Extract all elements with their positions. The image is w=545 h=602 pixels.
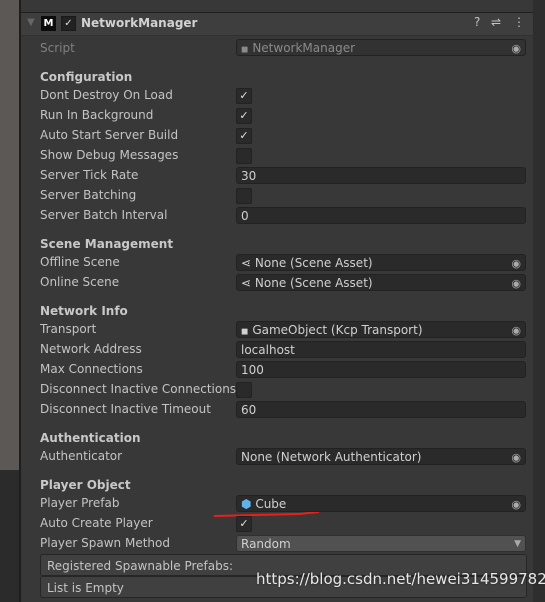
auto-create-checkbox[interactable]: ✓ bbox=[236, 516, 252, 532]
address-label: Network Address bbox=[40, 342, 142, 356]
scrollbar[interactable] bbox=[533, 0, 545, 602]
red-annotation-underline bbox=[214, 512, 320, 517]
transport-label: Transport bbox=[40, 322, 97, 336]
foldout-arrow-icon[interactable]: ▼ bbox=[27, 17, 35, 28]
auto-start-checkbox[interactable]: ✓ bbox=[236, 128, 252, 144]
more-icon[interactable]: ⋮ bbox=[513, 15, 525, 29]
object-picker-icon[interactable]: ◉ bbox=[511, 322, 521, 337]
offline-scene-field[interactable]: ⋖ None (Scene Asset) ◉ bbox=[236, 254, 526, 271]
batching-label: Server Batching bbox=[40, 188, 137, 202]
dont-destroy-checkbox[interactable]: ✓ bbox=[236, 88, 252, 104]
batch-interval-label: Server Batch Interval bbox=[40, 208, 168, 222]
run-bg-label: Run In Background bbox=[40, 108, 154, 122]
section-scene: Scene Management bbox=[40, 237, 174, 251]
show-debug-checkbox[interactable] bbox=[236, 148, 252, 164]
tick-rate-input[interactable]: 30 bbox=[236, 167, 526, 184]
previous-component-bottom bbox=[21, 0, 533, 13]
disconnect-timeout-input[interactable]: 60 bbox=[236, 401, 526, 418]
authenticator-value: None (Network Authenticator) bbox=[241, 450, 422, 464]
address-input[interactable]: localhost bbox=[236, 341, 526, 358]
object-picker-icon[interactable]: ◉ bbox=[511, 255, 521, 270]
mirror-logo-icon: M bbox=[41, 16, 56, 31]
object-picker-icon[interactable]: ◉ bbox=[511, 449, 521, 464]
online-scene-label: Online Scene bbox=[40, 275, 120, 289]
object-picker-icon[interactable]: ◉ bbox=[511, 496, 521, 511]
offline-scene-label: Offline Scene bbox=[40, 255, 120, 269]
scene-asset-icon: ⋖ bbox=[241, 256, 252, 270]
transport-field[interactable]: ◼ GameObject (Kcp Transport) ◉ bbox=[236, 321, 526, 338]
spawn-method-dropdown[interactable]: Random ▼ bbox=[236, 535, 526, 552]
object-picker-icon: ◉ bbox=[511, 42, 521, 55]
script-label: Script bbox=[40, 41, 75, 55]
spawn-method-value: Random bbox=[241, 537, 291, 551]
online-scene-value: None (Scene Asset) bbox=[254, 276, 373, 290]
show-debug-label: Show Debug Messages bbox=[40, 148, 179, 162]
section-player: Player Object bbox=[40, 478, 131, 492]
dont-destroy-label: Dont Destroy On Load bbox=[40, 88, 173, 102]
disconnect-inactive-checkbox[interactable] bbox=[236, 382, 252, 398]
scene-asset-icon: ⋖ bbox=[241, 276, 252, 290]
auto-start-label: Auto Start Server Build bbox=[40, 128, 179, 142]
auto-create-label: Auto Create Player bbox=[40, 516, 153, 530]
component-enabled-checkbox[interactable]: ✓ bbox=[61, 16, 76, 31]
batch-interval-input[interactable]: 0 bbox=[236, 207, 526, 224]
player-prefab-label: Player Prefab bbox=[40, 496, 120, 510]
disconnect-inactive-label: Disconnect Inactive Connections bbox=[40, 382, 237, 396]
panel-divider[interactable] bbox=[19, 0, 21, 602]
online-scene-field[interactable]: ⋖ None (Scene Asset) ◉ bbox=[236, 274, 526, 291]
section-configuration: Configuration bbox=[40, 70, 133, 84]
script-value: NetworkManager bbox=[252, 41, 356, 55]
authenticator-field[interactable]: None (Network Authenticator) ◉ bbox=[236, 448, 526, 465]
hierarchy-edge bbox=[0, 470, 20, 602]
section-auth: Authentication bbox=[40, 431, 141, 445]
offline-scene-value: None (Scene Asset) bbox=[254, 256, 373, 270]
gameobject-icon: ◼ bbox=[241, 327, 249, 337]
help-icon[interactable]: ? bbox=[474, 15, 480, 29]
presets-icon[interactable]: ⇌ bbox=[491, 15, 501, 29]
scene-view-edge bbox=[0, 0, 20, 470]
prefab-cube-icon: ⬢ bbox=[241, 497, 252, 511]
disconnect-timeout-label: Disconnect Inactive Timeout bbox=[40, 402, 211, 416]
object-picker-icon[interactable]: ◉ bbox=[511, 275, 521, 290]
authenticator-label: Authenticator bbox=[40, 449, 123, 463]
component-title: NetworkManager bbox=[81, 16, 198, 30]
player-prefab-value: Cube bbox=[255, 497, 287, 511]
transport-value: GameObject (Kcp Transport) bbox=[252, 323, 423, 337]
component-header[interactable]: ▼ M ✓ NetworkManager ? ⇌ ⋮ bbox=[21, 13, 533, 36]
run-bg-checkbox[interactable]: ✓ bbox=[236, 108, 252, 124]
section-network: Network Info bbox=[40, 304, 128, 318]
watermark: https://blog.csdn.net/hewei314599782 bbox=[256, 570, 545, 588]
script-field: ◼ NetworkManager ◉ bbox=[236, 39, 526, 56]
player-prefab-field[interactable]: ⬢ Cube ◉ bbox=[236, 495, 526, 512]
spawn-method-label: Player Spawn Method bbox=[40, 536, 170, 550]
tick-rate-label: Server Tick Rate bbox=[40, 168, 139, 182]
max-conn-input[interactable]: 100 bbox=[236, 361, 526, 378]
batching-checkbox[interactable] bbox=[236, 188, 252, 204]
max-conn-label: Max Connections bbox=[40, 362, 143, 376]
chevron-down-icon: ▼ bbox=[514, 539, 521, 549]
